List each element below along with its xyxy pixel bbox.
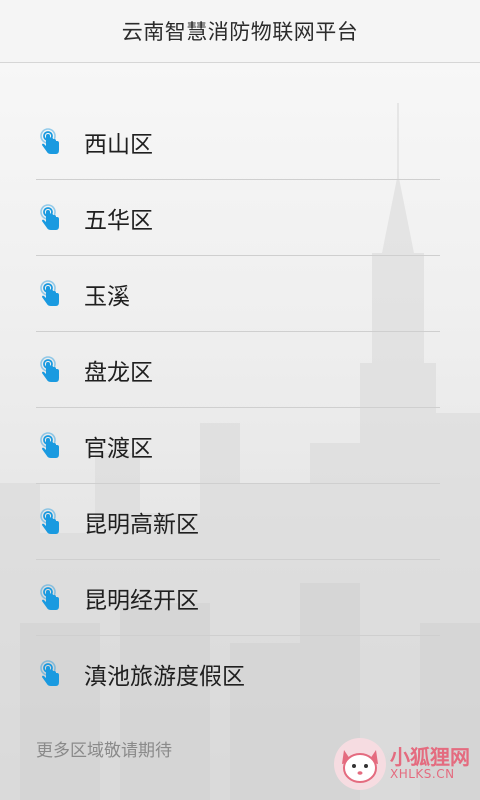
watermark-name: 小狐狸网: [390, 745, 470, 770]
touch-pointer-icon: [40, 355, 62, 384]
region-list: 西山区 五华区 玉溪 盘龙区 官渡区 昆明高新区 昆明经开区 滇池旅游度假区: [36, 104, 440, 711]
region-list-item[interactable]: 西山区: [36, 104, 440, 180]
fox-logo-icon: [332, 736, 388, 792]
touch-pointer-icon: [40, 507, 62, 536]
touch-pointer-icon: [40, 431, 62, 460]
watermark-logo: 小狐狸网 XHLKS.CN: [332, 734, 474, 794]
region-list-item[interactable]: 昆明经开区: [36, 560, 440, 636]
region-list-item[interactable]: 滇池旅游度假区: [36, 636, 440, 711]
region-label: 滇池旅游度假区: [84, 663, 245, 690]
region-list-item[interactable]: 五华区: [36, 180, 440, 256]
region-list-item[interactable]: 昆明高新区: [36, 484, 440, 560]
region-label: 盘龙区: [84, 359, 153, 386]
watermark-domain: XHLKS.CN: [390, 767, 455, 782]
touch-pointer-icon: [40, 583, 62, 612]
region-label: 官渡区: [84, 435, 153, 462]
touch-pointer-icon: [40, 203, 62, 232]
more-regions-note: 更多区域敬请期待: [36, 741, 172, 761]
region-list-item[interactable]: 玉溪: [36, 256, 440, 332]
region-list-item[interactable]: 官渡区: [36, 408, 440, 484]
region-label: 昆明高新区: [84, 511, 199, 538]
touch-pointer-icon: [40, 279, 62, 308]
app-header: 云南智慧消防物联网平台: [0, 0, 480, 63]
region-label: 昆明经开区: [84, 587, 199, 614]
region-label: 五华区: [84, 207, 153, 234]
page-title: 云南智慧消防物联网平台: [121, 20, 359, 44]
touch-pointer-icon: [40, 659, 62, 688]
region-list-item[interactable]: 盘龙区: [36, 332, 440, 408]
region-label: 西山区: [84, 131, 153, 158]
touch-pointer-icon: [40, 127, 62, 156]
region-label: 玉溪: [84, 283, 130, 310]
